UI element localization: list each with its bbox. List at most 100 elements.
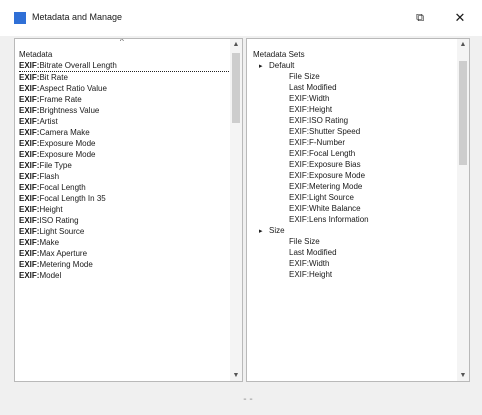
item-label: Max Aperture	[39, 249, 88, 258]
list-item[interactable]: EXIF:Camera Make	[19, 127, 229, 138]
list-item[interactable]: EXIF:Height	[19, 204, 229, 215]
item-prefix: EXIF:	[19, 249, 40, 258]
list-item[interactable]: EXIF:Bit Rate	[19, 72, 229, 83]
tree-root[interactable]: Metadata Sets	[253, 49, 453, 60]
item-prefix: EXIF:	[19, 271, 40, 280]
item-prefix: EXIF:	[19, 61, 40, 70]
list-item[interactable]: EXIF:Metering Mode	[19, 259, 229, 270]
item-label: Flash	[39, 172, 60, 181]
item-label: Height	[39, 205, 63, 214]
app-icon	[14, 12, 26, 24]
item-prefix: EXIF:	[19, 227, 40, 236]
item-label: Artist	[39, 117, 58, 126]
metadata-manager-window: Metadata and Manage ⧉ ✕ ^ Metadata EXIF:…	[0, 0, 482, 415]
item-label: Metering Mode	[39, 260, 93, 269]
tree-item[interactable]: EXIF:F-Number	[253, 137, 453, 148]
item-label: Focal Length	[39, 183, 86, 192]
tree-item[interactable]: EXIF:Height	[253, 104, 453, 115]
tree-item[interactable]: EXIF:White Balance	[253, 203, 453, 214]
item-label: Exposure Mode	[39, 139, 96, 148]
item-label: Camera Make	[39, 128, 90, 137]
list-item[interactable]: EXIF:Focal Length	[19, 182, 229, 193]
tree-item[interactable]: EXIF:Lens Information	[253, 214, 453, 225]
list-item[interactable]: EXIF:Flash	[19, 171, 229, 182]
metadata-sets-tree: Metadata Sets ▸ Default File Size Last Modi…	[253, 49, 453, 280]
item-prefix: EXIF:	[19, 84, 40, 93]
list-item[interactable]: EXIF:ISO Rating	[19, 215, 229, 226]
close-icon[interactable]: ✕	[448, 8, 472, 28]
tree-item[interactable]: File Size	[253, 236, 453, 247]
tree-item[interactable]: EXIF:Shutter Speed	[253, 126, 453, 137]
metadata-list-pane[interactable]: ^ Metadata EXIF:Bitrate Overall Length EX…	[14, 38, 243, 382]
list-item[interactable]: EXIF:Bitrate Overall Length	[19, 60, 229, 72]
item-label: Exposure Mode	[39, 150, 96, 159]
title-bar[interactable]: Metadata and Manage ⧉ ✕	[0, 0, 482, 36]
metadata-list: Metadata EXIF:Bitrate Overall Length EXIF…	[19, 49, 229, 281]
list-item[interactable]: EXIF:Make	[19, 237, 229, 248]
tree-item[interactable]: EXIF:ISO Rating	[253, 115, 453, 126]
list-item[interactable]: EXIF:Focal Length In 35	[19, 193, 229, 204]
item-prefix: EXIF:	[19, 194, 40, 203]
tree-group[interactable]: ▸ Default	[253, 60, 453, 71]
scroll-down-icon[interactable]: ▼	[457, 372, 469, 379]
list-item[interactable]: EXIF:File Type	[19, 160, 229, 171]
item-label: Frame Rate	[39, 95, 82, 104]
tree-item[interactable]: EXIF:Exposure Mode	[253, 170, 453, 181]
resize-grip[interactable]: - -	[232, 394, 264, 405]
item-prefix: EXIF:	[19, 128, 40, 137]
tree-item[interactable]: File Size	[253, 71, 453, 82]
tree-item[interactable]: EXIF:Focal Length	[253, 148, 453, 159]
list-item[interactable]: EXIF:Max Aperture	[19, 248, 229, 259]
group-label: Default	[269, 61, 295, 70]
item-prefix: EXIF:	[19, 73, 40, 82]
item-prefix: EXIF:	[19, 260, 40, 269]
list-item[interactable]: EXIF:Light Source	[19, 226, 229, 237]
list-item[interactable]: EXIF:Exposure Mode	[19, 138, 229, 149]
restore-icon[interactable]: ⧉	[408, 8, 432, 28]
item-prefix: EXIF:	[19, 106, 40, 115]
item-label: Focal Length In 35	[39, 194, 106, 203]
item-prefix: EXIF:	[19, 161, 40, 170]
tree-item[interactable]: EXIF:Exposure Bias	[253, 159, 453, 170]
list-item[interactable]: EXIF:Frame Rate	[19, 94, 229, 105]
tree-item[interactable]: Last Modified	[253, 82, 453, 93]
expand-arrow-icon[interactable]: ▸	[259, 226, 269, 237]
tree-item[interactable]: EXIF:Light Source	[253, 192, 453, 203]
scroll-up-icon[interactable]: ▲	[230, 41, 242, 48]
list-item[interactable]: EXIF:Aspect Ratio Value	[19, 83, 229, 94]
tree-item[interactable]: EXIF:Height	[253, 269, 453, 280]
tree-item[interactable]: Last Modified	[253, 247, 453, 258]
list-item[interactable]: EXIF:Model	[19, 270, 229, 281]
tree-item[interactable]: EXIF:Width	[253, 93, 453, 104]
item-prefix: EXIF:	[19, 117, 40, 126]
list-item[interactable]: EXIF:Exposure Mode	[19, 149, 229, 160]
item-label: Bitrate Overall Length	[39, 61, 117, 70]
item-prefix: EXIF:	[19, 183, 40, 192]
item-label: Model	[39, 271, 62, 280]
item-prefix: EXIF:	[19, 238, 40, 247]
scroll-thumb[interactable]	[232, 53, 240, 123]
right-scrollbar[interactable]: ▲ ▼	[457, 39, 469, 381]
window-title: Metadata and Manage	[32, 12, 123, 22]
item-label: Brightness Value	[39, 106, 100, 115]
tree-item[interactable]: EXIF:Width	[253, 258, 453, 269]
scroll-up-icon[interactable]: ▲	[457, 41, 469, 48]
item-prefix: EXIF:	[19, 172, 40, 181]
expand-arrow-icon[interactable]: ▸	[259, 61, 269, 72]
metadata-sets-pane[interactable]: Metadata Sets ▸ Default File Size Last Modi…	[246, 38, 470, 382]
list-item[interactable]: EXIF:Brightness Value	[19, 105, 229, 116]
item-label: Aspect Ratio Value	[39, 84, 107, 93]
item-prefix: EXIF:	[19, 150, 40, 159]
list-header[interactable]: Metadata	[19, 49, 229, 60]
item-prefix: EXIF:	[19, 139, 40, 148]
left-scrollbar[interactable]: ▲ ▼	[230, 39, 242, 381]
item-prefix: EXIF:	[19, 216, 40, 225]
scroll-down-icon[interactable]: ▼	[230, 372, 242, 379]
item-label: ISO Rating	[39, 216, 79, 225]
item-label: Bit Rate	[39, 73, 68, 82]
tree-item[interactable]: EXIF:Metering Mode	[253, 181, 453, 192]
list-item[interactable]: EXIF:Artist	[19, 116, 229, 127]
tree-group[interactable]: ▸ Size	[253, 225, 453, 236]
sort-ascending-icon[interactable]: ^	[120, 39, 124, 46]
scroll-thumb[interactable]	[459, 61, 467, 165]
